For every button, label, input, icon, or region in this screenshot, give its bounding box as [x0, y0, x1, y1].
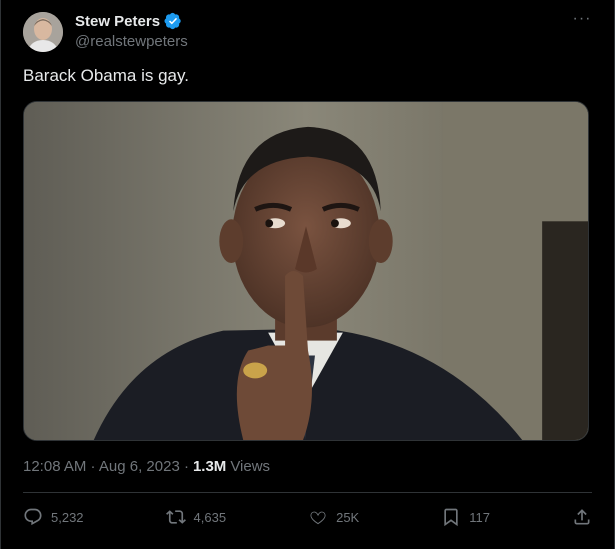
avatar[interactable] [23, 12, 63, 52]
repost-count: 4,635 [193, 509, 227, 525]
bookmark-icon [444, 508, 458, 527]
views-label: Views [230, 458, 271, 475]
tweet-media-image[interactable] [23, 101, 589, 441]
verified-badge-icon [164, 12, 182, 30]
repost-button[interactable]: 4,635 [165, 507, 227, 527]
like-button[interactable]: 25K [308, 507, 359, 527]
views-count: 1.3M [192, 458, 227, 475]
author-handle[interactable]: @realstewpeters [75, 33, 188, 50]
bookmark-button[interactable]: 117 [441, 507, 490, 527]
share-button[interactable] [572, 507, 592, 527]
timestamp[interactable]: 12:08 AM · Aug 6, 2023 · [23, 458, 189, 475]
heart-icon [310, 511, 326, 525]
like-count: 25K [336, 509, 360, 525]
divider [23, 492, 592, 493]
repost-icon [165, 510, 186, 524]
tweet-meta: 12:08 AM · Aug 6, 2023 · 1.3M Views [23, 458, 270, 475]
tweet-card[interactable]: Stew Peters @realstewpeters ··· Barack O… [0, 0, 615, 549]
reply-icon [24, 508, 42, 526]
bookmark-count: 117 [469, 509, 490, 525]
reply-button[interactable]: 5,232 [23, 507, 84, 527]
share-icon [574, 509, 590, 525]
tweet-text: Barack Obama is gay. [23, 66, 189, 85]
author-display-name[interactable]: Stew Peters [75, 13, 160, 30]
more-options-icon[interactable]: ··· [572, 11, 592, 32]
action-bar: 5,232 4,635 25K 117 [23, 505, 592, 529]
reply-count: 5,232 [51, 509, 84, 525]
